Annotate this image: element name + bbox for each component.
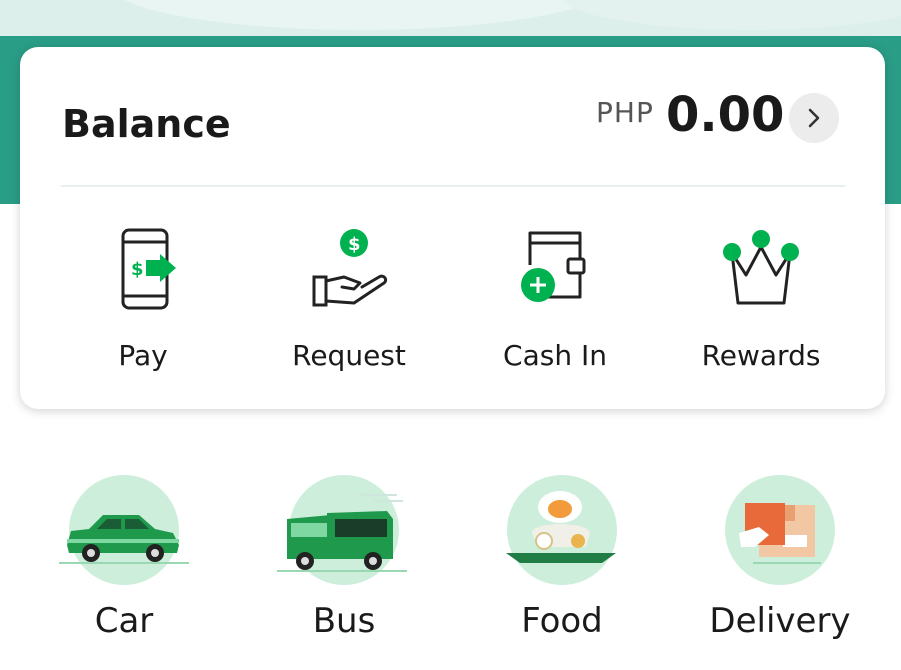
pay-label: Pay: [118, 339, 168, 372]
service-delivery[interactable]: Delivery: [670, 475, 890, 655]
request-label: Request: [292, 339, 406, 372]
delivery-box-icon: [725, 475, 835, 585]
service-bus[interactable]: Bus: [234, 475, 454, 655]
food-label: Food: [521, 601, 603, 641]
card-divider: [61, 185, 845, 187]
bus-label: Bus: [312, 601, 376, 641]
balance-amount: 0.00: [666, 87, 785, 143]
balance-card: Balance PHP 0.00 $ Pay $ Request Cash In…: [20, 47, 885, 409]
cash-in-action[interactable]: Cash In: [452, 225, 658, 375]
svg-text:$: $: [131, 259, 144, 280]
balance-currency: PHP: [596, 96, 654, 129]
service-food[interactable]: Food: [452, 475, 672, 655]
cash-in-label: Cash In: [503, 339, 607, 372]
chevron-right-icon: [808, 108, 820, 128]
crown-icon: [716, 225, 806, 315]
car-icon: [59, 475, 189, 585]
delivery-label: Delivery: [709, 601, 851, 641]
hand-dollar-icon: $: [304, 225, 394, 315]
phone-pay-icon: $: [98, 225, 188, 315]
rewards-action[interactable]: Rewards: [658, 225, 864, 375]
service-car[interactable]: Car: [14, 475, 234, 655]
wallet-plus-icon: [510, 225, 600, 315]
balance-label: Balance: [62, 102, 231, 146]
svg-text:$: $: [348, 234, 361, 255]
rewards-label: Rewards: [701, 339, 821, 372]
car-label: Car: [94, 601, 154, 641]
pay-action[interactable]: $ Pay: [40, 225, 246, 375]
balance-details-button[interactable]: [789, 93, 839, 143]
request-action[interactable]: $ Request: [246, 225, 452, 375]
food-icon: [506, 475, 617, 585]
top-background: [0, 0, 901, 36]
bus-icon: [277, 475, 407, 585]
